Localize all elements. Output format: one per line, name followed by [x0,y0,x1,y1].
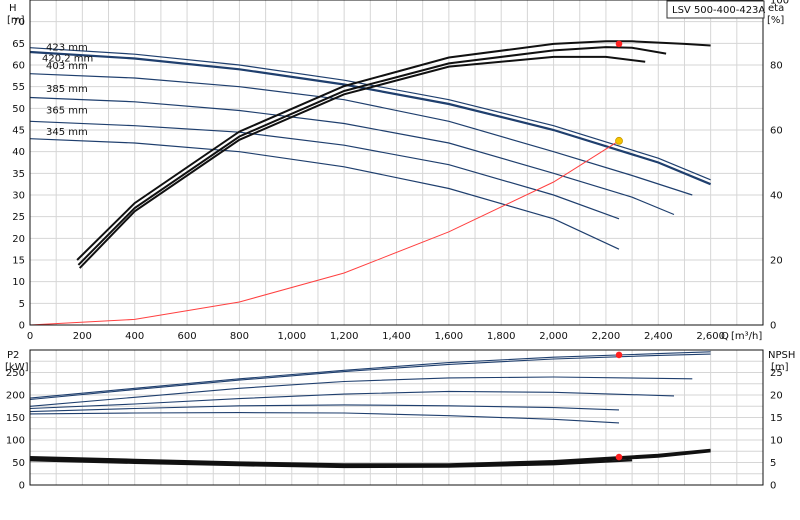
duty-point-marker [615,136,623,145]
flow-axis-unit: [m³/h] [731,331,762,342]
head-tick-label: 40 [12,147,25,158]
head-tick-label: 25 [12,212,25,223]
efficiency-curve [78,55,646,269]
power-tick-label: 0 [19,481,25,492]
head-tick-label: 65 [12,39,25,50]
pump-chart-svg: 0 200 400 600 800 1,000 1,200 1,400 1,600 1,800 2,… [5,0,795,492]
flow-tick-label: 600 [178,331,197,342]
flow-tick-label: 1,800 [487,331,516,342]
impeller-diameter-label: 345 mm [46,127,88,138]
impeller-diameter-label: 385 mm [46,84,88,95]
npsh-tick-label: 15 [770,413,783,424]
head-axis-label: H [9,3,17,14]
power-tick-label: 150 [6,413,25,424]
head-curve [29,73,693,196]
efficiency-curve [76,40,711,261]
impeller-diameter-label: 423 mm [46,43,88,54]
efficiency-curve [77,46,667,266]
head-tick-label: 35 [12,169,25,180]
head-tick-label: 50 [12,104,25,115]
eta-axis-label: eta [768,3,784,14]
flow-tick-label: 1,000 [277,331,306,342]
flow-tick-label: 2,000 [539,331,568,342]
head-tick-label: 15 [12,256,25,267]
eta-tick-label: 60 [770,126,783,137]
flow-tick-label: 200 [73,331,92,342]
flow-tick-label: 800 [230,331,249,342]
head-tick-label: 20 [12,234,25,245]
power-point-marker [615,351,623,359]
head-curve [29,120,620,220]
head-tick-label: 45 [12,126,25,137]
power-tick-label: 100 [6,436,25,447]
eta-axis-unit: [%] [767,15,784,26]
flow-tick-label: 0 [27,331,33,342]
head-tick-label: 0 [19,321,25,332]
power-axis-label: P2 [7,350,19,361]
power-curve [29,376,693,407]
npsh-tick-label: 20 [770,391,783,402]
power-axis-unit: [kW] [5,362,29,373]
flow-tick-label: 2,200 [592,331,621,342]
head-tick-label: 5 [19,299,25,310]
system-curve [29,140,620,326]
power-tick-label: 200 [6,391,25,402]
efficiency-point-marker [615,40,623,48]
npsh-axis-unit: [m] [771,362,789,373]
eta-tick-label: 0 [770,321,776,332]
flow-tick-label: 1,600 [435,331,464,342]
eta-tick-label: 80 [770,61,783,72]
flow-tick-label: 2,400 [644,331,673,342]
eta-tick-label: 40 [770,191,783,202]
head-curve [29,96,675,216]
impeller-diameter-label: 403 mm [46,61,88,72]
head-tick-label: 30 [12,191,25,202]
npsh-tick-label: 5 [770,458,776,469]
pump-performance-chart: 0 200 400 600 800 1,000 1,200 1,400 1,600 1,800 2,… [0,0,800,520]
head-tick-label: 10 [12,277,25,288]
npsh-tick-label: 10 [770,436,783,447]
impeller-diameter-label: 365 mm [46,106,88,117]
head-tick-label: 55 [12,82,25,93]
npsh-axis-label: NPSH [768,350,795,361]
head-curve [29,138,620,250]
npsh-point-marker [615,453,623,461]
flow-tick-label: 1,200 [330,331,359,342]
chart-title: LSV 500-400-423A [672,5,765,16]
eta-tick-label: 20 [770,256,783,267]
flow-tick-label: 1,400 [382,331,411,342]
power-tick-label: 50 [12,458,25,469]
flow-tick-label: 400 [125,331,144,342]
flow-axis-label: Q [721,331,729,342]
head-tick-label: 60 [12,61,25,72]
npsh-tick-label: 0 [770,481,776,492]
head-axis-unit: [m] [7,15,25,26]
